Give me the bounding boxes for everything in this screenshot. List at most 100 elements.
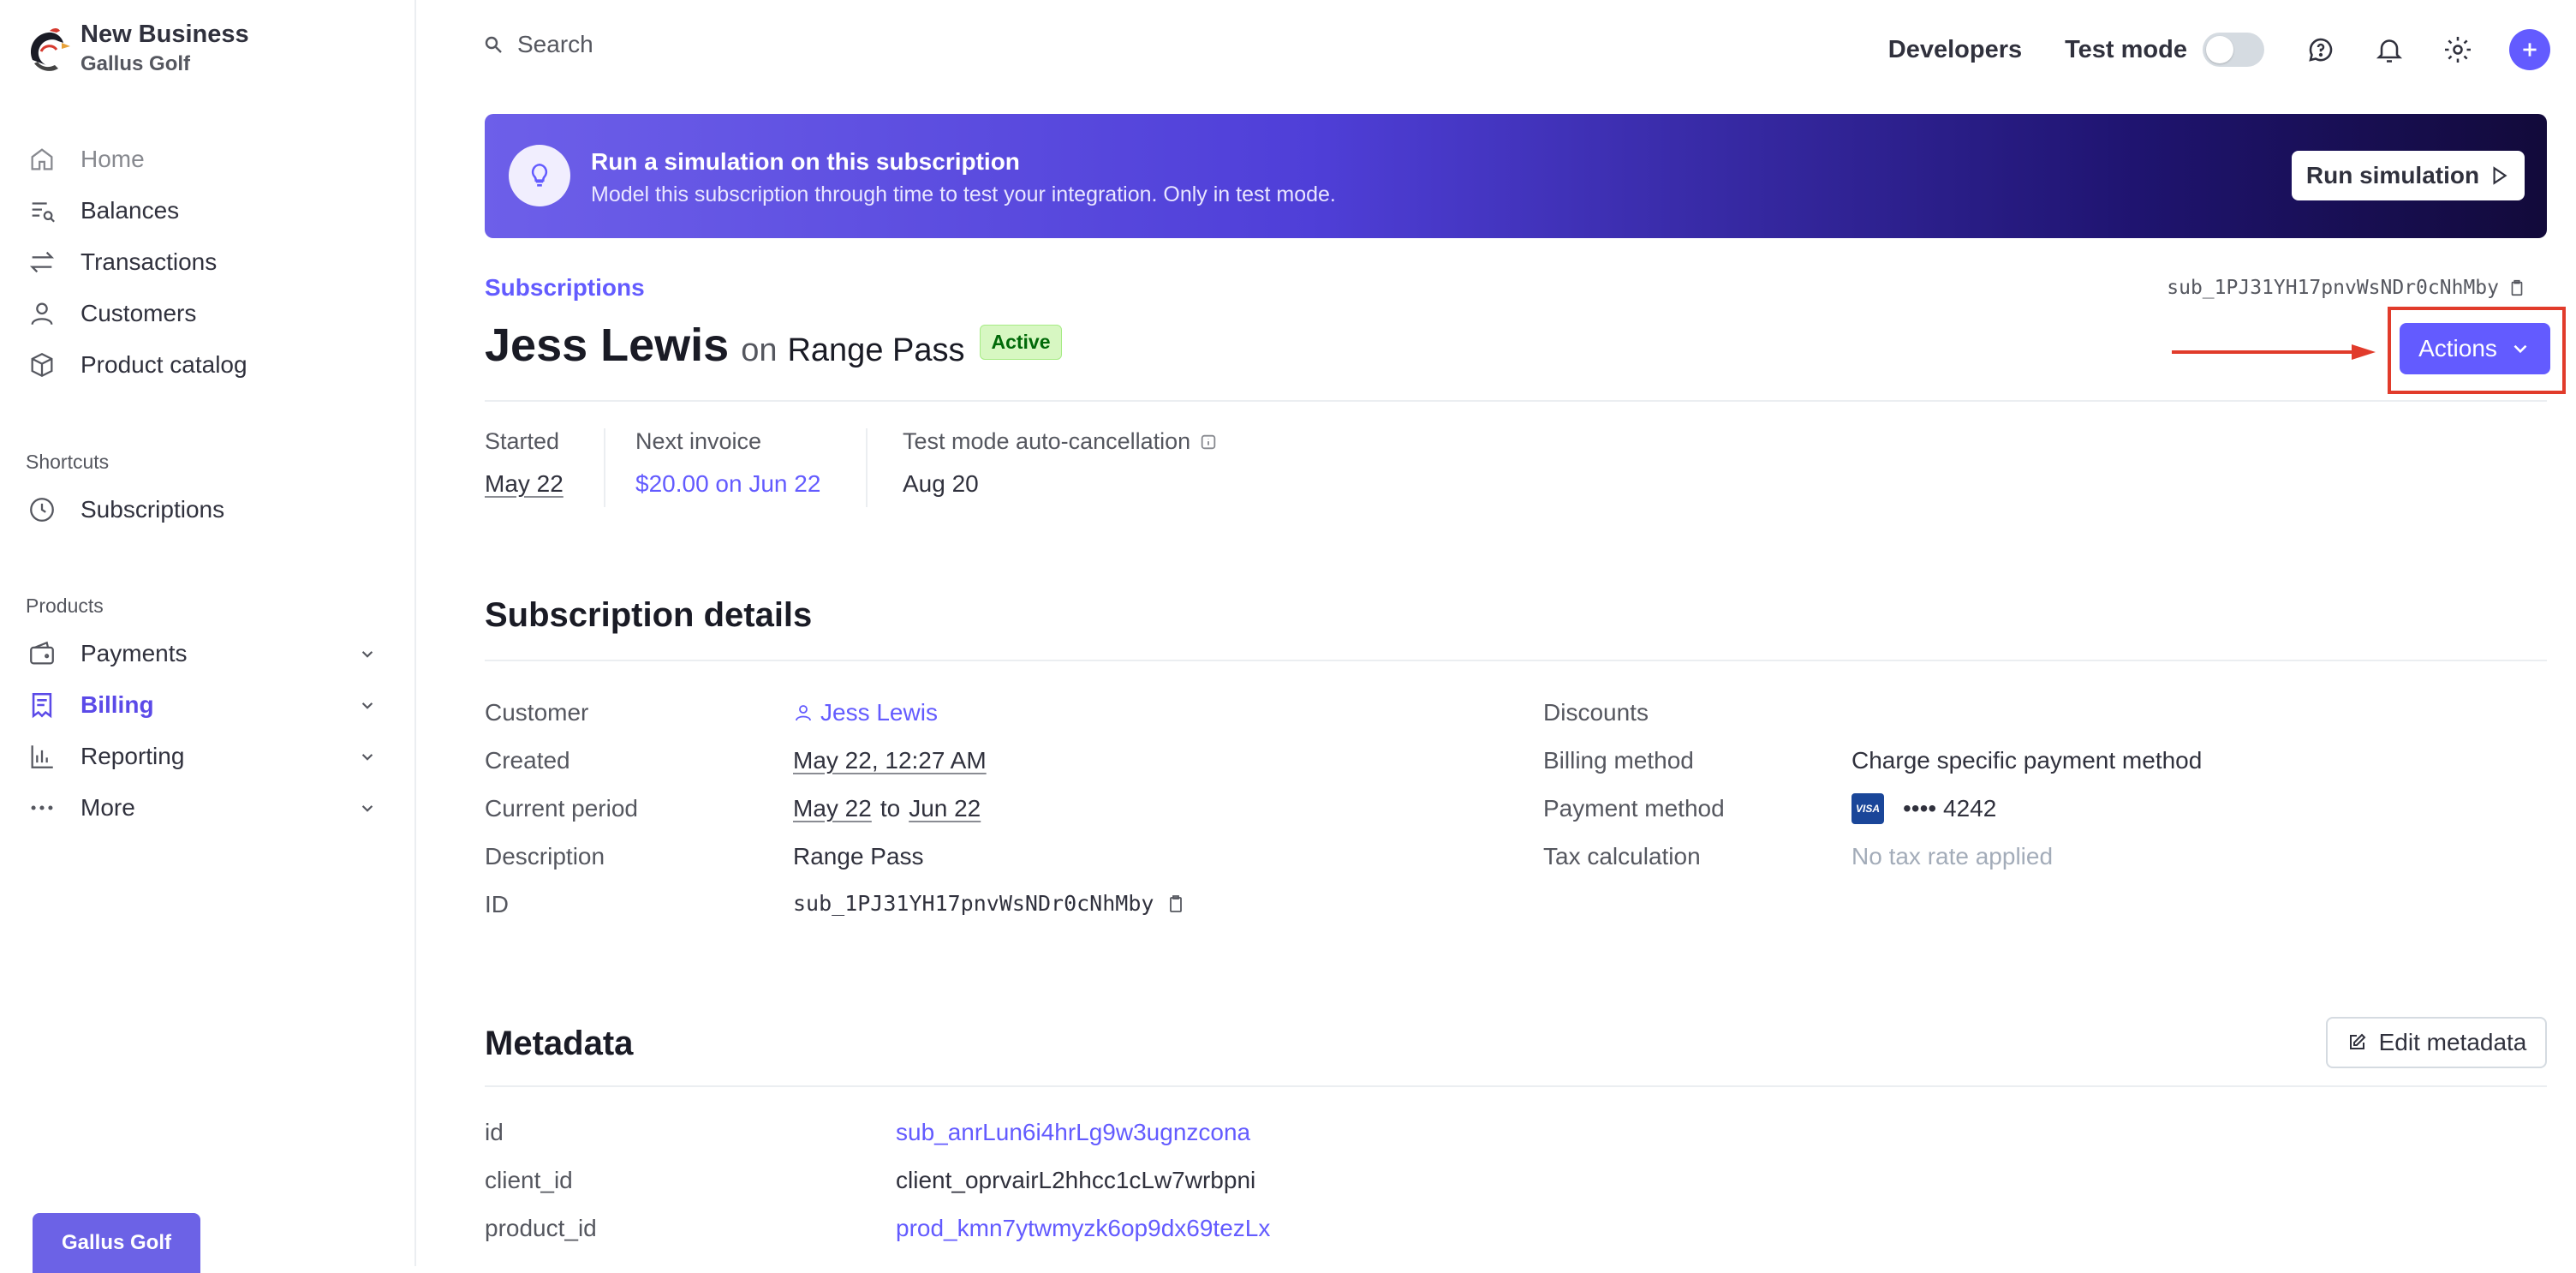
edit-metadata-label: Edit metadata xyxy=(2378,1029,2527,1055)
metadata-divider xyxy=(485,1085,2547,1087)
summary-auto-cancel: Test mode auto-cancellation Aug 20 xyxy=(903,428,1218,498)
discounts-label: Discounts xyxy=(1543,699,1649,726)
search-input[interactable]: Search xyxy=(483,31,593,58)
chevron-down-icon xyxy=(2513,344,2527,354)
breadcrumb-subscriptions[interactable]: Subscriptions xyxy=(485,274,645,302)
created-value[interactable]: May 22, 12:27 AM xyxy=(793,747,987,774)
run-simulation-label: Run simulation xyxy=(2305,162,2480,188)
dots-icon xyxy=(31,805,53,810)
summary-next-invoice: Next invoice $20.00 on Jun 22 xyxy=(635,428,820,498)
copy-icon[interactable] xyxy=(2507,278,2526,297)
next-invoice-label: Next invoice xyxy=(635,428,762,454)
actions-button[interactable]: Actions xyxy=(2400,323,2550,374)
gear-icon xyxy=(2445,37,2471,63)
summary-separator xyxy=(604,428,605,507)
subscription-id-text: sub_1PJ31YH17pnvWsNDr0cNhMby xyxy=(2167,277,2499,299)
top-bar: Search Developers Test mode xyxy=(418,0,2576,99)
billing-icon xyxy=(32,692,52,719)
customers-icon xyxy=(31,302,53,326)
clock-icon xyxy=(30,498,54,522)
period-end[interactable]: Jun 22 xyxy=(909,795,981,822)
info-icon[interactable] xyxy=(1199,433,1218,451)
account-subname: Gallus Golf xyxy=(80,52,191,75)
sidebar-item-reporting[interactable]: Reporting xyxy=(27,732,379,780)
edit-icon xyxy=(2349,1033,2366,1049)
auto-cancel-label-text: Test mode auto-cancellation xyxy=(903,428,1191,454)
id-value: sub_1PJ31YH17pnvWsNDr0cNhMby xyxy=(793,891,1186,916)
customer-link[interactable]: Jess Lewis xyxy=(793,699,938,726)
box-icon xyxy=(31,352,53,378)
account-switcher[interactable]: New Business Gallus Golf xyxy=(24,19,249,79)
sidebar-item-home[interactable]: Home xyxy=(27,135,379,183)
sidebar-item-customers[interactable]: Customers xyxy=(27,290,379,338)
id-value-text: sub_1PJ31YH17pnvWsNDr0cNhMby xyxy=(793,891,1154,916)
actions-label: Actions xyxy=(2418,335,2497,362)
chevron-down-icon xyxy=(361,754,373,761)
tax-calculation-label: Tax calculation xyxy=(1543,843,1701,870)
description-label: Description xyxy=(485,843,605,870)
period-to: to xyxy=(880,795,901,822)
description-value: Range Pass xyxy=(793,843,924,870)
billing-method-value: Charge specific payment method xyxy=(1852,747,2203,774)
subscription-id-header: sub_1PJ31YH17pnvWsNDr0cNhMby xyxy=(2167,277,2526,299)
sidebar-item-more[interactable]: More xyxy=(27,784,379,832)
annotation-arrow-icon xyxy=(2172,344,2376,360)
sidebar-item-balances[interactable]: Balances xyxy=(27,187,379,235)
page-title: Jess Lewis on Range Pass Active xyxy=(485,319,1062,372)
current-period-value: May 22 to Jun 22 xyxy=(793,795,981,822)
metadata-key: client_id xyxy=(485,1167,573,1193)
developers-link[interactable]: Developers xyxy=(1888,36,2022,64)
lightbulb-icon xyxy=(509,145,570,206)
plan-name-title: Range Pass xyxy=(787,332,965,368)
current-period-label: Current period xyxy=(485,795,638,822)
sidebar-item-label: Transactions xyxy=(80,248,218,275)
id-label: ID xyxy=(485,891,509,917)
sidebar-item-product-catalog[interactable]: Product catalog xyxy=(27,341,379,389)
sidebar-item-label: Reporting xyxy=(80,743,185,769)
plus-icon xyxy=(2523,43,2537,57)
chart-icon xyxy=(31,745,53,768)
payment-method-value: VISA •••• 4242 xyxy=(1852,793,1996,824)
chevron-down-icon xyxy=(361,702,373,709)
metadata-key: product_id xyxy=(485,1215,597,1241)
period-start[interactable]: May 22 xyxy=(793,795,872,822)
notifications-button[interactable] xyxy=(2372,33,2406,67)
balances-icon xyxy=(32,202,55,223)
auto-cancel-value: Aug 20 xyxy=(903,470,979,497)
account-name: New Business xyxy=(80,21,249,48)
next-invoice-link[interactable]: $20.00 on Jun 22 xyxy=(635,470,820,498)
sidebar-item-label: Subscriptions xyxy=(80,496,225,523)
visa-card-icon: VISA xyxy=(1852,793,1884,824)
sidebar-item-label: Product catalog xyxy=(80,351,247,378)
sidebar-item-label: Billing xyxy=(80,691,154,718)
rooster-logo-icon xyxy=(31,28,70,71)
metadata-value-link[interactable]: prod_kmn7ytwmyzk6op9dx69tezLx xyxy=(896,1215,1270,1242)
customer-label: Customer xyxy=(485,699,589,726)
create-button[interactable] xyxy=(2509,29,2550,70)
metadata-value: client_oprvairL2hhcc1cLw7wrbpni xyxy=(896,1167,1256,1193)
simulation-banner: Run a simulation on this subscription Mo… xyxy=(485,114,2547,238)
subscription-details-heading: Subscription details xyxy=(485,596,813,634)
copy-icon[interactable] xyxy=(1166,893,1186,914)
banner-title: Run a simulation on this subscription xyxy=(591,148,1020,175)
customer-link-text: Jess Lewis xyxy=(820,699,938,726)
sidebar-item-transactions[interactable]: Transactions xyxy=(27,238,379,286)
edit-metadata-button[interactable]: Edit metadata xyxy=(2326,1017,2547,1068)
sidebar-item-billing[interactable]: Billing xyxy=(27,681,379,729)
title-on: on xyxy=(741,332,778,368)
run-simulation-button[interactable]: Run simulation xyxy=(2292,151,2525,200)
person-icon xyxy=(796,705,811,721)
transactions-icon xyxy=(29,251,55,273)
account-footer-button[interactable]: Gallus Golf xyxy=(33,1213,200,1273)
started-value[interactable]: May 22 xyxy=(485,470,564,498)
sidebar-item-subscriptions[interactable]: Subscriptions xyxy=(27,486,379,534)
header-divider xyxy=(485,400,2547,402)
sidebar-item-payments[interactable]: Payments xyxy=(27,630,379,678)
shortcuts-heading: Shortcuts xyxy=(26,451,110,473)
chevron-down-icon xyxy=(361,805,373,812)
metadata-value-link[interactable]: sub_anrLun6i4hrLg9w3ugnzcona xyxy=(896,1119,1250,1146)
settings-button[interactable] xyxy=(2441,33,2475,67)
test-mode-toggle[interactable] xyxy=(2203,33,2264,67)
metadata-heading: Metadata xyxy=(485,1025,634,1062)
help-button[interactable] xyxy=(2304,33,2338,67)
